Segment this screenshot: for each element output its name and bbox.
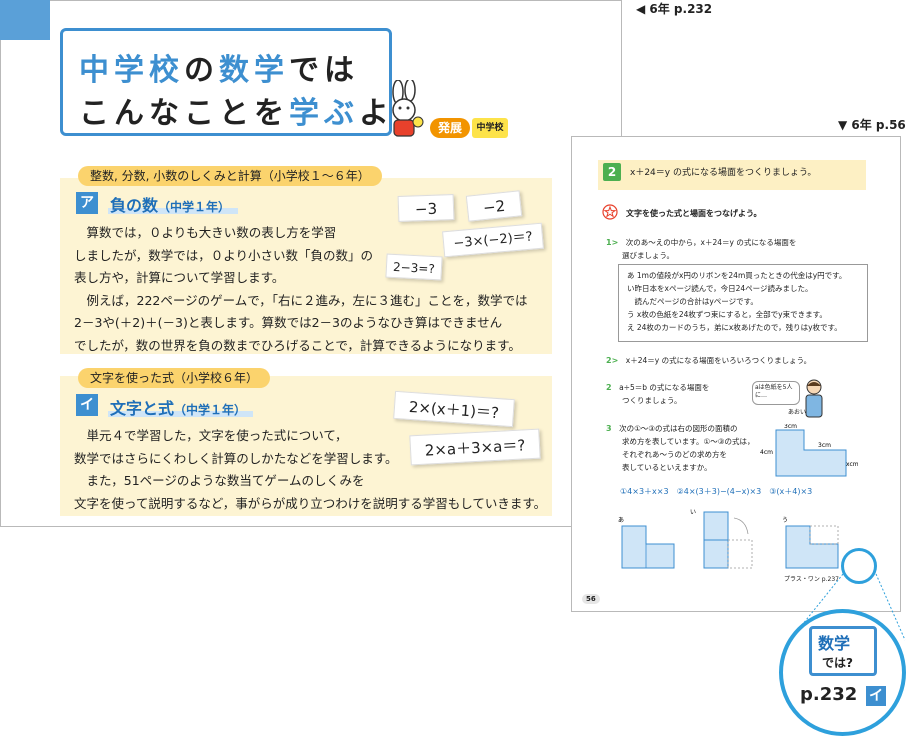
section1-line: 表し方や，計算について学習します。 (74, 270, 285, 285)
title-word-konnakoto: こんなことを (79, 96, 289, 131)
figure-a-label: あ (618, 517, 624, 524)
step2-text: 2> x＋24＝y の式になる場面をいろいろつくりましょう。 (606, 354, 811, 367)
section2-line: 文字を使って説明するなど，事がらが成り立つわけを説明する学習もしていきます。 (74, 495, 547, 511)
step4-marker: 3 (606, 424, 612, 433)
chugakko-tag: 中学校 (472, 118, 508, 138)
example-card: −3 (397, 194, 455, 222)
step1-line2: 選びましょう。 (622, 251, 675, 260)
plus-one-ref: プラス・ワン p.237 (784, 576, 839, 583)
magnifier-subtitle: では? (822, 656, 853, 670)
section1-line: でしたが，数の世界を負の数までひろげることで，計算できるようになります。 (74, 337, 521, 353)
figure-b-label: い (690, 509, 696, 516)
dim-label-middle: 3cm (818, 442, 831, 449)
student-icon (805, 379, 823, 418)
choices-box: あ 1mの値段がx円のリボンを24m買ったときの代金はy円です。 い昨日本をxペ… (618, 264, 868, 342)
choice-line: い昨日本をxページ読んで，今日24ページ読みました。 (627, 284, 813, 293)
section1-heading-grade: （中学１年） (158, 200, 231, 214)
section2-line: また，51ページのような数当てゲームのしくみを (74, 473, 365, 488)
step3-marker: 2 (606, 383, 612, 392)
figure-c: う (782, 517, 839, 569)
step3-line2: つくりましょう。 (622, 396, 682, 405)
star-icon (602, 204, 618, 220)
section1-line: 例えば，222ページのゲームで，「右に２進み，左に３進む」ことを，数学では (74, 292, 528, 308)
page-corner-tab (0, 0, 50, 40)
page-ref-right: ▼ 6年 p.56 (838, 118, 906, 132)
choice-line: う x枚の色紙を24枚ずつ束にすると，全部でy束できます。 (627, 310, 827, 319)
step2-line: x＋24＝y の式になる場面をいろいろつくりましょう。 (625, 356, 812, 365)
section1-category-pill: 整数, 分数, 小数のしくみと計算（小学校１～６年） (78, 166, 382, 186)
section2-heading-grade: （中学１年） (174, 403, 247, 417)
title-word-dewa: では (289, 53, 359, 88)
l-shape-figure: 3cm 4cm 3cm xcm (760, 424, 858, 477)
page-ref-left: ◀ 6年 p.232 (636, 2, 713, 16)
figure-b: い (690, 509, 753, 569)
step4-line: 表しているといえますか。 (622, 463, 712, 472)
step4-line: 求め方を表しています。①～③の式は， (622, 437, 755, 446)
title-word-sugaku: 数学 (219, 53, 289, 88)
step3-line1: a÷5＝b の式になる場面を (619, 383, 710, 392)
example-card: 2−3=? (385, 253, 443, 281)
dim-label-right: xcm (846, 461, 858, 468)
section1-line: 2－3や(＋2)＋(－3)と表します。算数では2－3のようなひき算はできません (74, 315, 503, 330)
speech-bubble: aは色紙を5人に… (752, 381, 800, 405)
section1-heading: 負の数（中学１年） (110, 192, 230, 216)
question-title: x＋24＝y の式になる場面をつくりましょう。 (630, 168, 817, 178)
step3-text: 2 a÷5＝b の式になる場面を つくりましょう。 (606, 381, 709, 407)
dim-label-top: 3cm (784, 424, 797, 430)
title-line-1: 中学校の数学では (79, 45, 359, 89)
question-number-badge: 2 (603, 163, 621, 181)
choice-line: え 24枚のカードのうち，弟にx枚あげたので，残りはy枚です。 (627, 323, 842, 332)
speaker-name: あおい (788, 409, 807, 416)
small-highlight-circle (841, 548, 877, 584)
magnifier-page: p.232 (800, 684, 858, 705)
title-box: 中学校の数学では こんなことを学ぶよ (60, 28, 392, 136)
magnifier-letter: イ (866, 686, 886, 706)
example-card: 2×a＋3×a＝? (409, 428, 541, 466)
expression-choices: ①4×3＋x×3 ②4×(3＋3)−(4−x)×3 ③(x＋4)×3 (620, 487, 813, 496)
rabbit-mascot-icon (392, 80, 424, 137)
step2-marker: 2> (606, 356, 619, 365)
magnifier-title: 数学 (818, 634, 851, 653)
figure-a: あ (618, 517, 675, 569)
step4-line: 次の①～③の式は右の図形の面積の (619, 424, 738, 433)
title-word-chugakko: 中学校 (79, 53, 184, 88)
aim-text: 文字を使った式と場面をつなげよう。 (626, 209, 762, 218)
dim-label-left: 4cm (760, 449, 773, 456)
step1-line1: 次のあ～えの中から，x＋24＝y の式になる場面を (625, 238, 797, 247)
page-number: 56 (582, 594, 600, 604)
section2-heading-text: 文字と式 (110, 399, 175, 418)
section2-letter: イ (76, 394, 98, 416)
title-word-no: の (184, 53, 219, 88)
section2-heading: 文字と式（中学１年） (110, 395, 246, 419)
title-line-2: こんなことを学ぶよ (79, 88, 394, 132)
choice-line: あ 1mの値段がx円のリボンを24m買ったときの代金はy円です。 (627, 271, 847, 280)
choice-line: 読んだページの合計はyページです。 (627, 297, 758, 306)
section1-letter: ア (76, 192, 98, 214)
title-word-manabu: 学ぶ (289, 96, 359, 131)
figure-c-label: う (782, 517, 788, 524)
section2-category-pill: 文字を使った式（小学校６年） (78, 368, 271, 388)
step4-text: 3 次の①～③の式は右の図形の面積の 求め方を表しています。①～③の式は， それ… (606, 422, 754, 474)
hatten-badge: 発展 (430, 118, 470, 138)
section1-heading-text: 負の数 (110, 196, 159, 215)
step1-text: 1> 次のあ～えの中から，x＋24＝y の式になる場面を 選びましょう。 (606, 236, 796, 262)
step4-line: それぞれあ～うのどの求め方を (622, 450, 727, 459)
step1-marker: 1> (606, 238, 619, 247)
